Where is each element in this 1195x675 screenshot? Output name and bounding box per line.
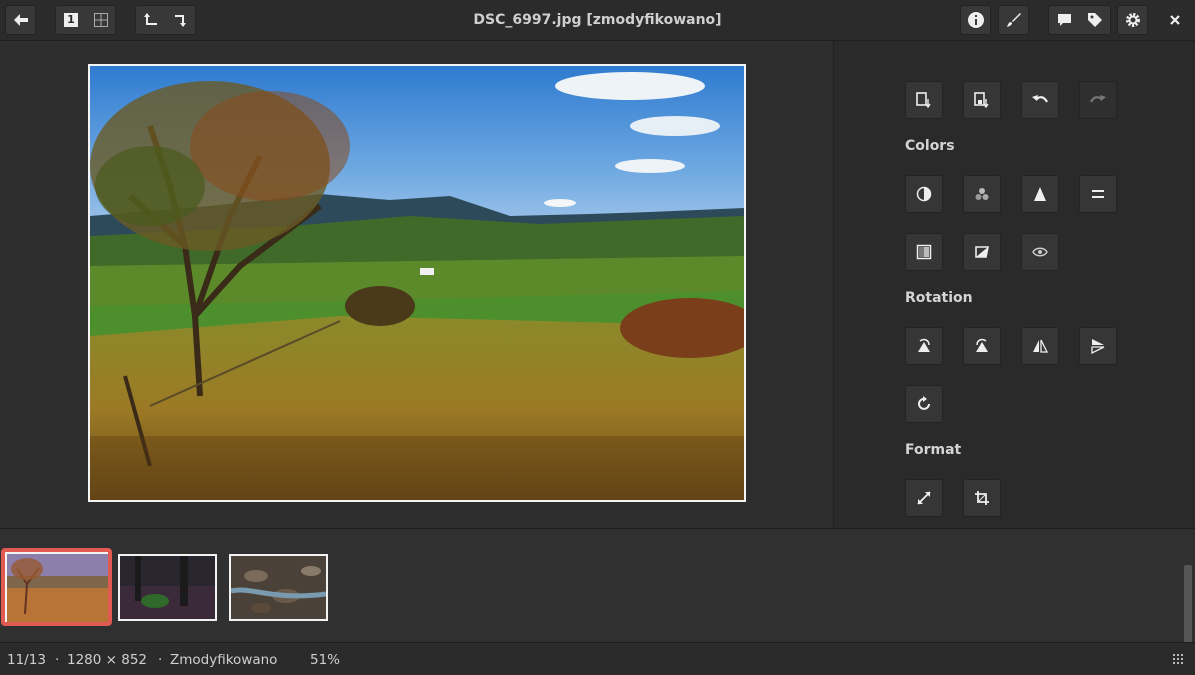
image-position: 11/13 xyxy=(7,652,46,668)
rotation-section-label: Rotation xyxy=(905,290,973,306)
back-button[interactable] xyxy=(5,5,36,35)
levels-icon xyxy=(1034,187,1046,201)
eye-icon xyxy=(1032,247,1048,257)
history-group xyxy=(135,5,196,35)
resize-icon xyxy=(917,491,931,505)
close-button[interactable] xyxy=(1165,11,1185,29)
rotate-right-icon xyxy=(976,338,988,352)
separator: · xyxy=(55,652,60,668)
equalize-icon xyxy=(1092,190,1104,198)
rotate-right-button[interactable] xyxy=(963,327,1001,365)
rotate-180-button[interactable] xyxy=(905,385,943,423)
save-as-button[interactable] xyxy=(963,81,1001,119)
save-button[interactable] xyxy=(905,81,943,119)
invert-icon xyxy=(975,246,989,258)
comment-icon[interactable] xyxy=(1057,13,1072,27)
channels-button[interactable] xyxy=(963,175,1001,213)
rotate-icon xyxy=(918,396,930,410)
gear-icon xyxy=(1125,13,1140,27)
rgb-channels-icon xyxy=(975,188,989,200)
modified-status: Zmodyfikowano xyxy=(170,652,278,668)
resize-grip-icon[interactable] xyxy=(1173,654,1183,664)
flip-horizontal-button[interactable] xyxy=(1021,327,1059,365)
single-view-icon[interactable]: 1 xyxy=(64,13,78,27)
close-icon xyxy=(1170,15,1180,25)
crop-icon xyxy=(975,491,989,505)
equalize-button[interactable] xyxy=(1079,175,1117,213)
thumbnail-autumn-landscape[interactable] xyxy=(1,548,112,626)
red-eye-button[interactable] xyxy=(1021,233,1059,271)
thumbnail-forest[interactable] xyxy=(118,554,217,621)
resize-button[interactable] xyxy=(905,479,943,517)
annotation-group xyxy=(1048,5,1111,35)
redo-icon xyxy=(1090,95,1106,103)
undo-edit-button[interactable] xyxy=(1021,81,1059,119)
grayscale-icon xyxy=(916,244,932,260)
grid-view-icon[interactable] xyxy=(94,13,108,27)
save-icon xyxy=(916,92,931,108)
info-button[interactable] xyxy=(960,5,991,35)
invert-button[interactable] xyxy=(963,233,1001,271)
colors-section-label: Colors xyxy=(905,138,955,154)
rotate-left-icon xyxy=(918,338,930,352)
view-mode-group: 1 xyxy=(55,5,116,35)
undo-icon xyxy=(1032,95,1048,103)
redo-icon[interactable] xyxy=(174,13,188,27)
main-photo xyxy=(88,64,746,502)
contrast-button[interactable] xyxy=(905,175,943,213)
image-dimensions: 1280 × 852 xyxy=(67,652,148,668)
rotate-left-button[interactable] xyxy=(905,327,943,365)
image-viewer[interactable] xyxy=(0,41,833,528)
settings-button[interactable] xyxy=(1117,5,1148,35)
flip-horizontal-icon xyxy=(1033,339,1048,353)
save-as-icon xyxy=(974,92,989,108)
flip-vertical-icon xyxy=(1091,339,1105,354)
status-bar: 11/13 · 1280 × 852 · Zmodyfikowano 51% xyxy=(0,642,1195,675)
levels-button[interactable] xyxy=(1021,175,1059,213)
edit-tools-panel: Colors Rotation Format xyxy=(833,41,1195,528)
window-title: DSC_6997.jpg [zmodyfikowano] xyxy=(473,12,722,28)
flip-vertical-button[interactable] xyxy=(1079,327,1117,365)
redo-edit-button[interactable] xyxy=(1079,81,1117,119)
contrast-icon xyxy=(916,186,932,202)
grayscale-button[interactable] xyxy=(905,233,943,271)
brush-icon xyxy=(1006,13,1021,27)
arrow-left-icon xyxy=(13,14,28,26)
undo-icon[interactable] xyxy=(144,13,158,27)
thumbnail-strip xyxy=(0,528,1195,643)
filmstrip-scrollbar[interactable] xyxy=(1184,565,1192,643)
crop-button[interactable] xyxy=(963,479,1001,517)
thumbnail-stream[interactable] xyxy=(229,554,328,621)
separator: · xyxy=(158,652,163,668)
header-bar: 1 DSC_6997.jpg [zmodyfikowano] xyxy=(0,0,1195,41)
tag-icon[interactable] xyxy=(1087,12,1103,28)
zoom-level[interactable]: 51% xyxy=(310,652,340,668)
edit-button[interactable] xyxy=(998,5,1029,35)
info-icon xyxy=(967,12,984,28)
format-section-label: Format xyxy=(905,442,962,458)
